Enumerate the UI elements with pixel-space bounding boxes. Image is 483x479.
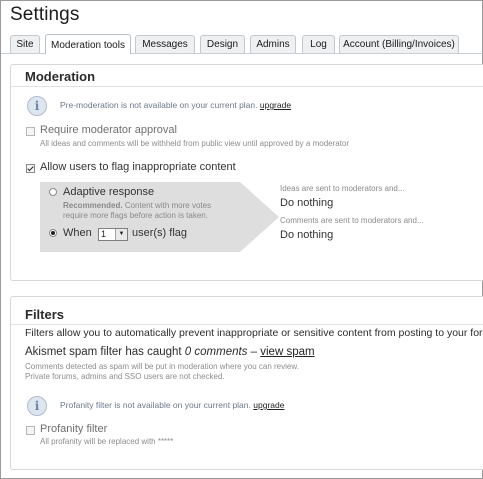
recommended-text-line2: require more flags before action is take… (63, 211, 208, 220)
adaptive-response-radio[interactable] (49, 188, 57, 196)
profanity-notice: Profanity filter is not available on you… (60, 400, 284, 410)
akismet-note-line2: Private forums, admins and SSO users are… (25, 372, 225, 381)
akismet-count: 0 comments (184, 346, 248, 358)
page-title: Settings (10, 4, 80, 25)
tab-log[interactable]: Log (302, 35, 335, 53)
require-approval-checkbox[interactable] (26, 127, 35, 136)
akismet-note: Comments detected as spam will be put in… (25, 362, 299, 382)
adaptive-response-note: Recommended. Content with more votes req… (63, 201, 211, 221)
user-flag-label: user(s) flag (132, 227, 188, 239)
profanity-filter-description: All profanity will be replaced with ****… (40, 437, 174, 446)
tab-design[interactable]: Design (200, 35, 245, 53)
allow-flag-checkbox[interactable] (26, 164, 35, 173)
when-label: When (63, 227, 92, 239)
profanity-filter-checkbox[interactable] (26, 426, 35, 435)
flag-count-value: 1 (101, 229, 107, 239)
require-approval-label: Require moderator approval (40, 124, 177, 136)
filters-title-divider (11, 324, 483, 325)
moderation-title-divider (11, 86, 483, 87)
info-circle-icon: i (27, 96, 47, 116)
tab-moderation-tools[interactable]: Moderation tools (45, 34, 131, 54)
tab-admins[interactable]: Admins (250, 35, 296, 53)
flag-count-select[interactable]: 1 ▼ (98, 228, 128, 241)
akismet-dash: – (250, 346, 258, 358)
akismet-summary: Akismet spam filter has caught 0 comment… (25, 346, 315, 358)
allow-flag-label: Allow users to flag inappropriate conten… (40, 161, 236, 173)
akismet-note-line1: Comments detected as spam will be put in… (25, 362, 299, 371)
akismet-prefix: Akismet spam filter has caught (25, 346, 182, 358)
premoderation-notice-text: Pre-moderation is not available on your … (60, 100, 258, 110)
ideas-sent-note: Ideas are sent to moderators and... (280, 184, 405, 193)
filters-title: Filters (25, 307, 65, 322)
recommended-text: Content with more votes (124, 201, 212, 210)
info-circle-icon: i (27, 396, 47, 416)
moderation-title: Moderation (25, 69, 96, 84)
premoderation-notice: Pre-moderation is not available on your … (60, 100, 291, 110)
recommended-label: Recommended. (63, 201, 123, 210)
triangle-down-icon: ▼ (115, 229, 127, 240)
comments-action-select[interactable]: Do nothing (280, 229, 333, 241)
when-flag-radio[interactable] (49, 229, 57, 237)
profanity-upgrade-link[interactable]: upgrade (253, 400, 284, 410)
comments-sent-note: Comments are sent to moderators and... (280, 216, 424, 225)
require-approval-description: All ideas and comments will be withheld … (40, 139, 350, 148)
view-spam-link[interactable]: view spam (260, 346, 314, 358)
tab-account[interactable]: Account (Billing/Invoices) (339, 35, 459, 53)
ideas-action-select[interactable]: Do nothing (280, 197, 333, 209)
premoderation-upgrade-link[interactable]: upgrade (260, 100, 291, 110)
profanity-notice-text: Profanity filter is not available on you… (60, 400, 251, 410)
adaptive-response-label: Adaptive response (63, 186, 155, 198)
profanity-filter-label: Profanity filter (40, 423, 108, 435)
filters-intro: Filters allow you to automatically preve… (25, 327, 483, 339)
tab-site[interactable]: Site (10, 35, 40, 53)
tab-messages[interactable]: Messages (135, 35, 195, 53)
